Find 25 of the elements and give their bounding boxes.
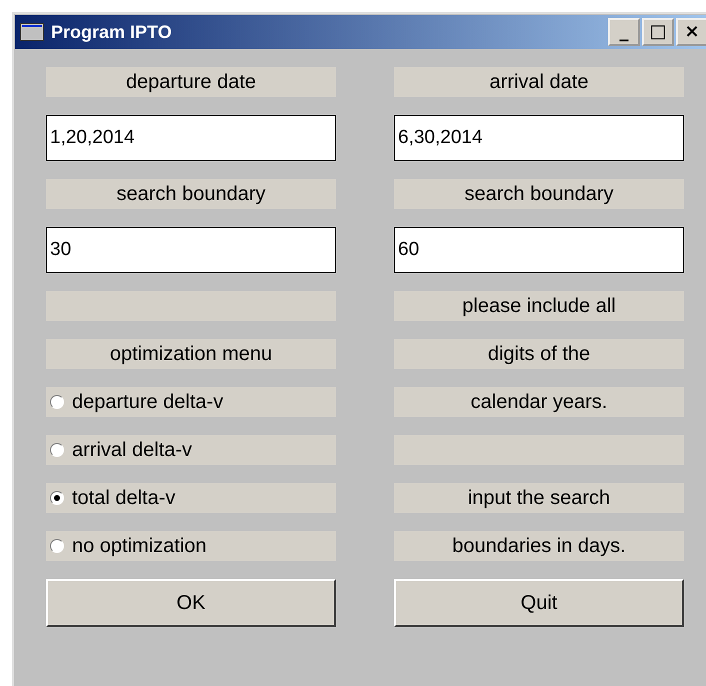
minimize-button[interactable]: _ bbox=[608, 18, 640, 46]
radio-button[interactable] bbox=[50, 443, 64, 457]
window-title: Program IPTO bbox=[51, 22, 173, 42]
form-label: arrival date bbox=[394, 67, 684, 97]
input-field[interactable]: 30 bbox=[46, 227, 336, 273]
input-field[interactable]: 6,30,2014 bbox=[394, 115, 684, 161]
form-label: boundaries in days. bbox=[394, 531, 684, 561]
input-field[interactable]: 1,20,2014 bbox=[46, 115, 336, 161]
radio-button[interactable] bbox=[50, 539, 64, 553]
input-field[interactable]: 60 bbox=[394, 227, 684, 273]
push-button[interactable]: Quit bbox=[394, 579, 684, 627]
maximize-button[interactable]: □ bbox=[642, 18, 674, 46]
form-label: search boundary bbox=[394, 179, 684, 209]
form-label: calendar years. bbox=[394, 387, 684, 417]
form-label: departure date bbox=[46, 67, 336, 97]
radio-button[interactable] bbox=[50, 491, 64, 505]
push-button[interactable]: OK bbox=[46, 579, 336, 627]
form-label: optimization menu bbox=[46, 339, 336, 369]
form-label: please include all bbox=[394, 291, 684, 321]
form-label: search boundary bbox=[46, 179, 336, 209]
close-button[interactable]: × bbox=[676, 18, 706, 46]
radio-button[interactable] bbox=[50, 395, 64, 409]
window-icon bbox=[20, 23, 44, 41]
form-label: digits of the bbox=[394, 339, 684, 369]
form-label: input the search bbox=[394, 483, 684, 513]
